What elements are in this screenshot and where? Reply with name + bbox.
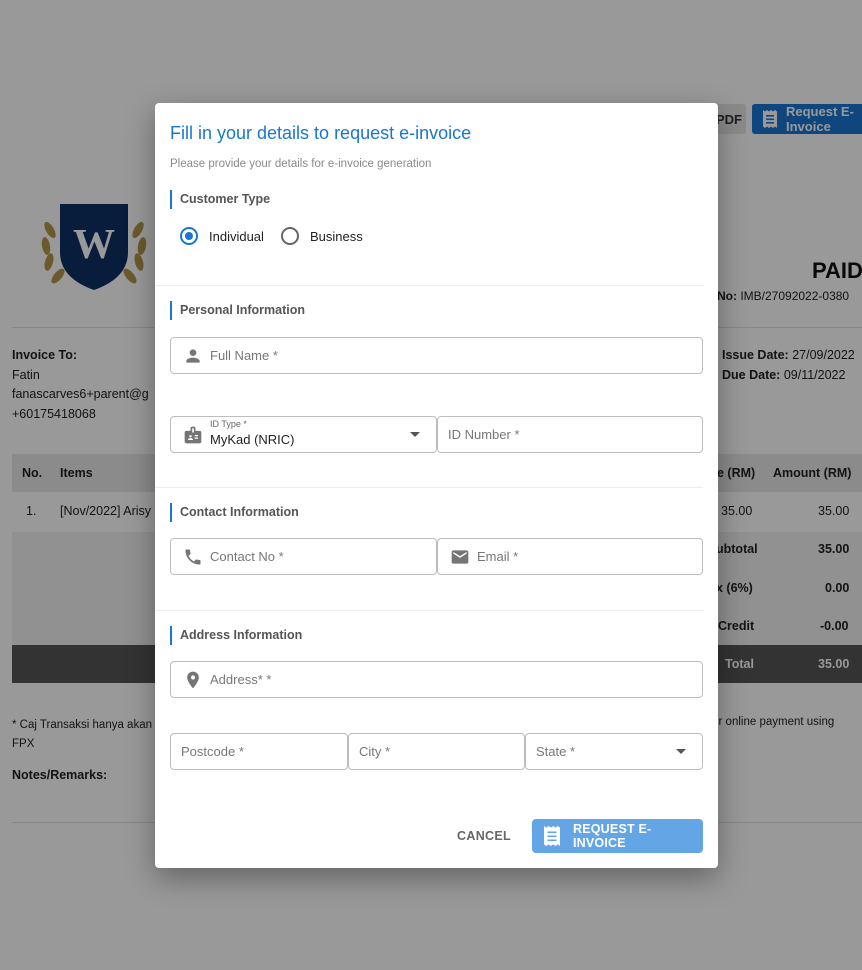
section-customer-type: Customer Type [170,190,270,209]
id-type-label: ID Type * [210,419,247,429]
email-field[interactable]: Email * [437,538,703,575]
address-field[interactable]: Address* * [170,661,703,698]
chevron-down-icon [410,432,420,437]
radio-individual-label: Individual [209,228,264,244]
state-select[interactable]: State * [525,733,703,770]
request-einvoice-label: REQUEST E-INVOICE [573,822,652,850]
section-address-info: Address Information [170,626,302,645]
id-number-placeholder: ID Number * [448,427,520,442]
id-type-select[interactable]: ID Type * MyKad (NRIC) [170,416,437,453]
request-einvoice-button[interactable]: REQUEST E-INVOICE [532,819,703,853]
state-placeholder: State * [536,744,576,759]
section-contact-info: Contact Information [170,503,299,522]
full-name-placeholder: Full Name * [210,348,278,363]
cancel-button[interactable]: CANCEL [451,819,517,852]
dialog-title: Fill in your details to request e-invoic… [170,123,472,143]
full-name-field[interactable]: Full Name * [170,337,703,374]
address-placeholder: Address* * [210,672,272,687]
location-icon [187,671,199,689]
id-card-icon [184,426,202,444]
section-personal-info: Personal Information [170,301,305,320]
dialog-subtitle: Please provide your details for e-invoic… [170,158,432,170]
radio-business[interactable]: Business [281,227,363,245]
radio-individual[interactable]: Individual [180,227,264,245]
email-icon [451,550,469,564]
person-icon [186,349,200,363]
contact-no-placeholder: Contact No * [210,549,284,564]
email-placeholder: Email * [477,549,519,564]
radio-business-dot[interactable] [281,227,299,245]
city-field[interactable]: City * [348,733,525,770]
receipt-icon [544,826,560,846]
city-placeholder: City * [359,744,391,759]
postcode-placeholder: Postcode * [181,744,244,759]
radio-business-label: Business [310,228,363,244]
chevron-down-icon [676,749,686,754]
id-type-value: MyKad (NRIC) [210,432,295,447]
radio-individual-dot[interactable] [180,227,198,245]
section-divider [155,610,703,611]
postcode-field[interactable]: Postcode * [170,733,348,770]
phone-icon [185,549,201,565]
contact-no-field[interactable]: Contact No * [170,538,437,575]
section-divider [155,487,703,488]
id-number-field[interactable]: ID Number * [437,416,703,453]
einvoice-dialog: Fill in your details to request e-invoic… [155,103,718,868]
section-divider [155,285,703,286]
